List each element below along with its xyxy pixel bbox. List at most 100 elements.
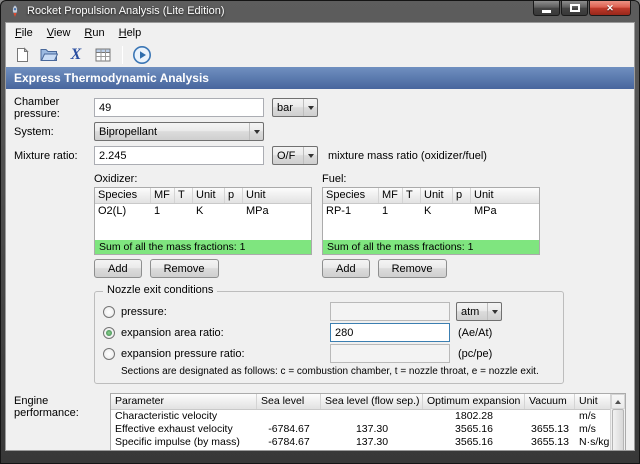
performance-scrollbar[interactable]: [610, 394, 625, 450]
propellant-section: Oxidizer: Species MF T Unit p Unit O2(L)…: [94, 173, 626, 278]
pressure-input: [330, 302, 450, 321]
expansion-area-ratio-radio[interactable]: [103, 326, 115, 339]
column-header-t: T: [175, 188, 193, 203]
column-header-p: p: [225, 188, 243, 203]
parameter-cell: Specific impulse (by weight): [111, 449, 257, 450]
mixture-ratio-unit-value: O/F: [277, 149, 296, 162]
fuel-p-unit-cell[interactable]: MPa: [471, 204, 539, 219]
unit-cell: m/s: [579, 423, 596, 435]
unit-cell: m/s: [579, 410, 596, 422]
column-header-mf: MF: [151, 188, 175, 203]
open-file-button[interactable]: [38, 44, 60, 66]
fuel-mf-cell[interactable]: 1: [379, 204, 403, 219]
maximize-icon: [569, 4, 580, 12]
results-table-icon: [95, 48, 111, 61]
results-table-button[interactable]: [92, 44, 114, 66]
expansion-area-ratio-label: expansion area ratio:: [121, 326, 224, 339]
new-file-icon: [16, 46, 29, 62]
column-header-optimum-expansion: Optimum expansion: [423, 394, 525, 409]
mixture-ratio-hint: mixture mass ratio (oxidizer/fuel): [328, 149, 487, 162]
column-header-unit: Unit: [474, 189, 494, 201]
oxidizer-row[interactable]: O2(L) 1 K MPa: [95, 204, 311, 219]
menu-file[interactable]: File: [8, 25, 40, 41]
menu-help[interactable]: Help: [112, 25, 149, 41]
mixture-ratio-input[interactable]: [94, 146, 264, 165]
menu-view[interactable]: View: [40, 25, 78, 41]
table-row: Specific impulse (by mass) -6784.67 137.…: [111, 436, 610, 449]
column-header-vacuum: Vacuum: [525, 394, 575, 409]
fuel-add-button[interactable]: Add: [322, 259, 370, 278]
column-header-t: T: [403, 188, 421, 203]
value-cell: 3565.16: [455, 423, 493, 435]
minimize-icon: [542, 10, 551, 13]
value-cell: 137.30: [355, 436, 389, 448]
system-label: System:: [14, 125, 54, 138]
minimize-button[interactable]: [533, 1, 560, 16]
run-analysis-button[interactable]: [131, 44, 153, 66]
fuel-remove-button[interactable]: Remove: [377, 259, 447, 278]
fuel-panel: Fuel: Species MF T Unit p Unit RP-1 1 K …: [322, 173, 540, 278]
performance-section: Engine performance: Parameter Sea level …: [14, 393, 626, 450]
fuel-row[interactable]: RP-1 1 K MPa: [323, 204, 539, 219]
menu-run[interactable]: Run: [77, 25, 111, 41]
pressure-unit-value: atm: [461, 305, 480, 318]
chamber-pressure-unit-select[interactable]: bar: [272, 98, 318, 117]
fuel-t-cell[interactable]: [403, 204, 421, 219]
fuel-table-empty: [323, 219, 539, 240]
species-editor-button[interactable]: X: [65, 44, 87, 66]
oxidizer-p-cell[interactable]: [225, 204, 243, 219]
column-header-unit: Unit: [246, 189, 266, 201]
title-bar: Rocket Propulsion Analysis (Lite Edition…: [1, 1, 639, 22]
column-header-sea-level: Sea level: [257, 394, 321, 409]
chamber-pressure-input[interactable]: [94, 98, 264, 117]
fuel-p-cell[interactable]: [453, 204, 471, 219]
table-row: Specific impulse (by weight) -691.84 14.…: [111, 449, 610, 450]
parameter-cell: Effective exhaust velocity: [115, 423, 233, 435]
fuel-t-unit-cell[interactable]: K: [421, 204, 453, 219]
fuel-label: Fuel:: [322, 173, 347, 185]
oxidizer-mf-cell[interactable]: 1: [151, 204, 175, 219]
column-header-mf: MF: [379, 188, 403, 203]
app-icon: [8, 4, 22, 18]
system-select[interactable]: Bipropellant: [94, 122, 264, 141]
oxidizer-t-cell[interactable]: [175, 204, 193, 219]
mixture-ratio-label: Mixture ratio:: [14, 149, 78, 162]
expansion-pressure-ratio-radio[interactable]: [103, 347, 115, 360]
chamber-pressure-label: Chamber pressure:: [14, 95, 60, 120]
fuel-sum-status: Sum of all the mass fractions: 1: [323, 240, 539, 254]
close-button[interactable]: ✕: [589, 1, 631, 16]
nozzle-exit-groupbox: Nozzle exit conditions pressure: atm exp…: [94, 284, 564, 384]
sections-note: Sections are designated as follows: c = …: [121, 366, 539, 377]
oxidizer-add-button[interactable]: Add: [94, 259, 142, 278]
expansion-pressure-ratio-input: [330, 344, 450, 363]
oxidizer-panel: Oxidizer: Species MF T Unit p Unit O2(L)…: [94, 173, 312, 278]
scroll-up-button[interactable]: [611, 394, 625, 409]
nozzle-pressure-row: pressure: atm: [103, 302, 555, 321]
value-cell: [321, 410, 423, 423]
table-row: Characteristic velocity 1802.28 m/s: [111, 410, 610, 423]
page-header: Express Thermodynamic Analysis: [6, 67, 634, 89]
table-row: Effective exhaust velocity -6784.67 137.…: [111, 423, 610, 436]
menu-bar: File View Run Help: [6, 23, 634, 42]
maximize-button[interactable]: [561, 1, 588, 16]
value-cell: 3655.13: [531, 423, 569, 435]
fuel-table: Species MF T Unit p Unit RP-1 1 K MPa Su…: [322, 187, 540, 255]
pressure-unit-select[interactable]: atm: [456, 302, 502, 321]
oxidizer-p-unit-cell[interactable]: MPa: [243, 204, 311, 219]
value-cell: 1802.28: [455, 410, 493, 422]
value-cell: 3655.13: [531, 436, 569, 448]
close-icon: ✕: [606, 2, 614, 13]
nozzle-pressure-ratio-row: expansion pressure ratio: (pc/pe): [103, 344, 555, 363]
oxidizer-table-empty: [95, 219, 311, 240]
mixture-ratio-unit-select[interactable]: O/F: [272, 146, 318, 165]
oxidizer-t-unit-cell[interactable]: K: [193, 204, 225, 219]
expansion-area-ratio-input[interactable]: [330, 323, 450, 342]
oxidizer-species-cell[interactable]: O2(L): [95, 204, 151, 219]
oxidizer-remove-button[interactable]: Remove: [149, 259, 219, 278]
new-file-button[interactable]: [11, 44, 33, 66]
fuel-species-cell[interactable]: RP-1: [323, 204, 379, 219]
chevron-down-icon: [303, 147, 317, 164]
pressure-radio[interactable]: [103, 305, 115, 318]
scrollbar-thumb[interactable]: [612, 409, 624, 450]
column-header-species: Species: [95, 188, 151, 203]
